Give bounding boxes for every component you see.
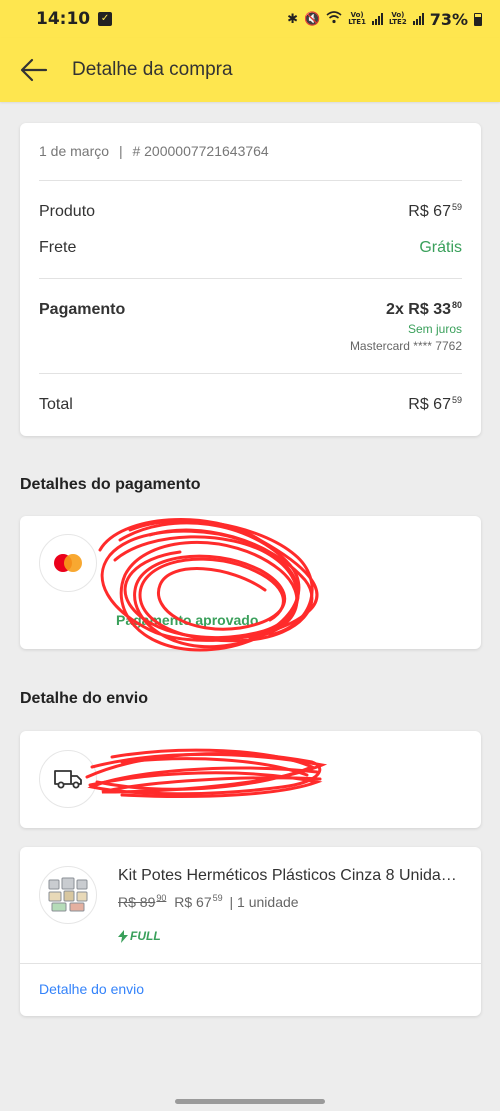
current-price: R$ 6759 — [174, 893, 223, 910]
status-time: 14:10 — [36, 9, 91, 29]
divider — [39, 278, 462, 279]
divider — [39, 373, 462, 374]
order-meta: 1 de março | # 2000007721643764 — [39, 143, 269, 159]
shipping-details-title: Detalhe do envio — [20, 690, 149, 707]
payment-interest: Sem juros — [407, 322, 462, 336]
arrow-left-icon — [20, 58, 48, 82]
signal-icon-1 — [371, 13, 383, 25]
product-price-line: R$ 8990 R$ 6759 | 1 unidade — [118, 893, 299, 910]
product-quantity: | 1 unidade — [229, 894, 299, 910]
notification-check-icon: ✓ — [98, 12, 113, 26]
product-label: Produto — [39, 203, 96, 220]
redaction-scribble — [85, 748, 328, 798]
signal-icon-2 — [412, 13, 424, 25]
shipping-details-card[interactable] — [20, 731, 481, 828]
divider — [39, 180, 462, 181]
product-value: R$ 6759 — [408, 202, 462, 220]
battery-percent: 73% — [429, 9, 468, 29]
battery-icon — [474, 12, 482, 26]
back-button[interactable] — [4, 38, 64, 102]
shipping-value: Grátis — [419, 239, 462, 256]
order-date: 1 de março — [39, 143, 110, 159]
mastercard-icon — [39, 534, 97, 592]
network-lte2-label: Vo) LTE2 — [388, 11, 407, 26]
total-value: R$ 6759 — [408, 395, 462, 413]
product-card[interactable]: Kit Potes Herméticos Plásticos Cinza 8 U… — [20, 847, 481, 1016]
payment-details-card[interactable]: Pagamento aprovado — [20, 516, 481, 652]
payment-label: Pagamento — [39, 301, 126, 318]
shipping-label: Frete — [39, 239, 77, 256]
old-price: R$ 8990 — [118, 893, 167, 910]
status-icons: ✱ 🔇 Vo) LTE1 Vo) LTE2 73% — [287, 10, 482, 29]
payment-details-title: Detalhes do pagamento — [20, 476, 201, 493]
app-header: Detalhe da compra — [0, 38, 500, 102]
payment-status: Pagamento aprovado — [116, 612, 259, 628]
meta-separator: | — [118, 143, 123, 159]
purchase-summary-card: 1 de março | # 2000007721643764 Produto … — [20, 123, 481, 436]
payment-value: 2x R$ 3380 — [386, 300, 462, 318]
product-thumbnail — [39, 866, 97, 924]
redaction-scribble — [98, 517, 319, 652]
product-title: Kit Potes Herméticos Plásticos Cinza 8 U… — [118, 867, 463, 884]
divider — [20, 963, 481, 964]
full-badge: FULL — [118, 929, 161, 943]
total-label: Total — [39, 396, 73, 413]
bluetooth-icon: ✱ — [287, 11, 299, 27]
status-bar: 14:10 ✓ ✱ 🔇 Vo) LTE1 Vo) LTE2 73% — [0, 0, 500, 38]
home-indicator[interactable] — [175, 1099, 325, 1104]
order-number: # 2000007721643764 — [132, 143, 269, 159]
shipping-detail-link[interactable]: Detalhe do envio — [39, 981, 144, 997]
truck-icon — [39, 750, 97, 808]
page-title: Detalhe da compra — [72, 59, 233, 80]
lightning-icon — [118, 929, 128, 943]
network-lte1-label: Vo) LTE1 — [348, 11, 366, 26]
payment-card: Mastercard **** 7762 — [349, 339, 462, 353]
wifi-icon — [326, 10, 342, 28]
mute-icon: 🔇 — [304, 11, 321, 27]
